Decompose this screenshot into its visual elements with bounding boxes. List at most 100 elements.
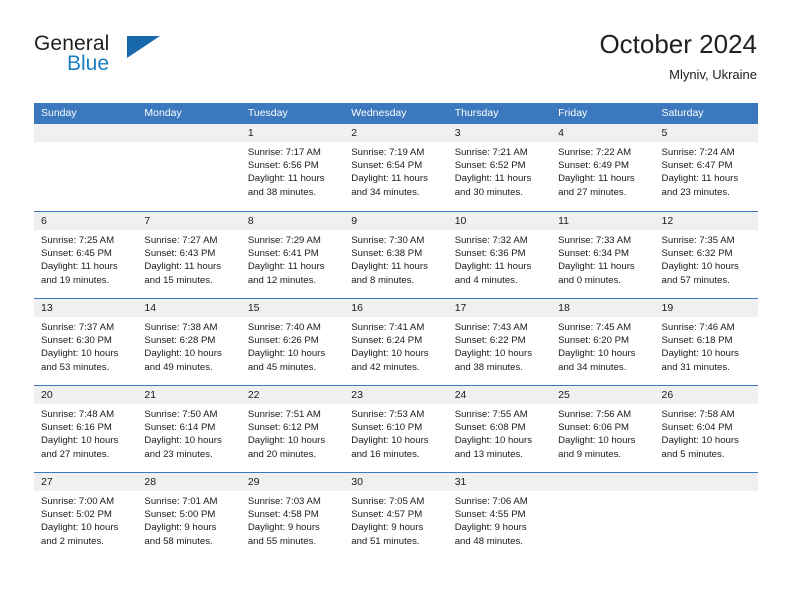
daylight-duration-line1: Daylight: 11 hours: [454, 173, 532, 185]
calendar-day-cell[interactable]: 29 Sunrise: 7:03 AM Sunset: 4:58 PM Dayligh…: [240, 473, 345, 559]
day-number: 27: [34, 473, 138, 491]
calendar-day-cell[interactable]: 18 Sunrise: 7:45 AM Sunset: 6:20 PM Dayligh…: [551, 299, 655, 385]
calendar-day-cell[interactable]: 3 Sunrise: 7:21 AM Sunset: 6:52 PM Daylight…: [447, 124, 552, 211]
sunrise-time: Sunrise: 7:55 AM: [454, 409, 528, 420]
day-number: 26: [654, 386, 758, 404]
calendar-day-cell[interactable]: 27 Sunrise: 7:00 AM Sunset: 5:02 PM Dayligh…: [34, 473, 138, 559]
day-details: Sunrise: 7:45 AM Sunset: 6:20 PM Daylight:…: [551, 317, 654, 374]
calendar-day-cell[interactable]: 10 Sunrise: 7:32 AM Sunset: 6:36 PM Dayligh…: [447, 212, 552, 298]
calendar-day-cell[interactable]: 2 Sunrise: 7:19 AM Sunset: 6:54 PM Daylight…: [344, 124, 448, 211]
daylight-duration-line2: and 53 minutes.: [41, 361, 110, 373]
daylight-duration-line1: Daylight: 10 hours: [247, 348, 326, 360]
calendar-day-cell[interactable]: 22 Sunrise: 7:51 AM Sunset: 6:12 PM Dayligh…: [240, 386, 345, 472]
day-details: Sunrise: 7:29 AM Sunset: 6:41 PM Daylight:…: [241, 230, 344, 287]
daylight-duration-line2: and 27 minutes.: [41, 448, 110, 460]
day-number: 23: [344, 386, 448, 404]
daylight-duration-line2: and 13 minutes.: [454, 448, 523, 460]
calendar-day-cell[interactable]: 14 Sunrise: 7:38 AM Sunset: 6:28 PM Dayligh…: [137, 299, 241, 385]
daylight-duration-line2: and 23 minutes.: [661, 186, 730, 198]
day-number: 22: [240, 386, 345, 404]
calendar-day-cell[interactable]: 7 Sunrise: 7:27 AM Sunset: 6:43 PM Daylight…: [137, 212, 241, 298]
day-details: Sunrise: 7:41 AM Sunset: 6:24 PM Daylight:…: [344, 317, 447, 374]
calendar-day-cell[interactable]: 31 Sunrise: 7:06 AM Sunset: 4:55 PM Dayligh…: [447, 473, 552, 559]
sunrise-time: Sunrise: 7:01 AM: [144, 496, 218, 507]
calendar-day-cell[interactable]: 9 Sunrise: 7:30 AM Sunset: 6:38 PM Daylight…: [344, 212, 448, 298]
calendar-day-cell[interactable]: 24 Sunrise: 7:55 AM Sunset: 6:08 PM Dayligh…: [447, 386, 552, 472]
calendar-week-row: 1 Sunrise: 7:17 AM Sunset: 6:56 PM Daylight…: [34, 124, 758, 211]
day-number: 25: [551, 386, 655, 404]
day-number: 6: [34, 212, 138, 230]
calendar-day-cell[interactable]: 5 Sunrise: 7:24 AM Sunset: 6:47 PM Daylight…: [654, 124, 758, 211]
sunrise-time: Sunrise: 7:46 AM: [661, 322, 735, 333]
calendar-day-cell[interactable]: 23 Sunrise: 7:53 AM Sunset: 6:10 PM Dayligh…: [344, 386, 448, 472]
sunrise-time: Sunrise: 7:03 AM: [247, 496, 321, 507]
calendar-day-cell[interactable]: 6 Sunrise: 7:25 AM Sunset: 6:45 PM Daylight…: [34, 212, 138, 298]
day-details: Sunrise: 7:43 AM Sunset: 6:22 PM Daylight:…: [448, 317, 551, 374]
calendar-day-cell[interactable]: 20 Sunrise: 7:48 AM Sunset: 6:16 PM Dayligh…: [34, 386, 138, 472]
day-details: Sunrise: 7:24 AM Sunset: 6:47 PM Daylight:…: [655, 142, 758, 199]
sunrise-time: Sunrise: 7:35 AM: [661, 235, 735, 246]
day-details: Sunrise: 7:40 AM Sunset: 6:26 PM Daylight:…: [241, 317, 344, 374]
calendar-day-cell[interactable]: 1 Sunrise: 7:17 AM Sunset: 6:56 PM Daylight…: [240, 124, 345, 211]
sunrise-time: Sunrise: 7:29 AM: [247, 235, 321, 246]
sunset-time: Sunset: 6:36 PM: [454, 248, 526, 260]
daylight-duration-line2: and 51 minutes.: [351, 535, 420, 547]
calendar-day-cell[interactable]: 25 Sunrise: 7:56 AM Sunset: 6:06 PM Dayligh…: [551, 386, 655, 472]
daylight-duration-line1: Daylight: 9 hours: [351, 522, 424, 534]
daylight-duration-line2: and 48 minutes.: [454, 535, 523, 547]
weeks-container: 1 Sunrise: 7:17 AM Sunset: 6:56 PM Daylight…: [34, 124, 758, 559]
calendar-week-row: 20 Sunrise: 7:48 AM Sunset: 6:16 PM Dayligh…: [34, 385, 758, 472]
sunrise-time: Sunrise: 7:37 AM: [41, 322, 115, 333]
calendar-day-cell[interactable]: 12 Sunrise: 7:35 AM Sunset: 6:32 PM Dayligh…: [654, 212, 758, 298]
calendar-day-cell[interactable]: 8 Sunrise: 7:29 AM Sunset: 6:41 PM Daylight…: [240, 212, 345, 298]
daylight-duration-line1: Daylight: 10 hours: [144, 435, 222, 447]
daylight-duration-line1: Daylight: 11 hours: [351, 261, 428, 273]
calendar-day-cell[interactable]: 28 Sunrise: 7:01 AM Sunset: 5:00 PM Dayligh…: [137, 473, 241, 559]
sunset-time: Sunset: 6:26 PM: [247, 335, 319, 347]
day-details: Sunrise: 7:51 AM Sunset: 6:12 PM Daylight:…: [241, 404, 344, 461]
sunset-time: Sunset: 6:08 PM: [454, 422, 526, 434]
weekday-header-wednesday: Wednesday: [351, 107, 407, 119]
calendar-day-cell[interactable]: 4 Sunrise: 7:22 AM Sunset: 6:49 PM Daylight…: [551, 124, 655, 211]
sunset-time: Sunset: 6:22 PM: [454, 335, 526, 347]
daylight-duration-line2: and 30 minutes.: [454, 186, 523, 198]
weekday-header-saturday: Saturday: [661, 107, 704, 119]
daylight-duration-line1: Daylight: 10 hours: [454, 348, 533, 360]
calendar-day-cell[interactable]: 16 Sunrise: 7:41 AM Sunset: 6:24 PM Dayligh…: [344, 299, 448, 385]
sunset-time: Sunset: 6:52 PM: [454, 160, 526, 172]
day-number: 9: [344, 212, 448, 230]
calendar-day-cell[interactable]: 17 Sunrise: 7:43 AM Sunset: 6:22 PM Dayligh…: [447, 299, 552, 385]
weekday-header-sunday: Sunday: [41, 107, 77, 119]
page-subtitle-location: Mlyniv, Ukraine: [669, 67, 757, 82]
day-number: 1: [240, 124, 345, 142]
sunset-time: Sunset: 6:38 PM: [351, 248, 423, 260]
calendar-day-cell[interactable]: 11 Sunrise: 7:33 AM Sunset: 6:34 PM Dayligh…: [551, 212, 655, 298]
sunrise-time: Sunrise: 7:40 AM: [247, 322, 321, 333]
calendar-day-cell[interactable]: 19 Sunrise: 7:46 AM Sunset: 6:18 PM Dayligh…: [654, 299, 758, 385]
daylight-duration-line2: and 38 minutes.: [247, 186, 317, 198]
day-number: 10: [447, 212, 552, 230]
calendar-day-cell[interactable]: 21 Sunrise: 7:50 AM Sunset: 6:14 PM Dayligh…: [137, 386, 241, 472]
day-number: 20: [34, 386, 138, 404]
daylight-duration-line2: and 8 minutes.: [351, 274, 415, 286]
calendar-day-cell[interactable]: 26 Sunrise: 7:58 AM Sunset: 6:04 PM Dayligh…: [654, 386, 758, 472]
sunset-time: Sunset: 6:12 PM: [247, 422, 319, 434]
daylight-duration-line1: Daylight: 10 hours: [661, 348, 739, 360]
calendar-day-cell[interactable]: 15 Sunrise: 7:40 AM Sunset: 6:26 PM Dayligh…: [240, 299, 345, 385]
calendar-day-cell[interactable]: 30 Sunrise: 7:05 AM Sunset: 4:57 PM Dayligh…: [344, 473, 448, 559]
sunset-time: Sunset: 5:00 PM: [144, 509, 216, 521]
calendar-day-cell[interactable]: 13 Sunrise: 7:37 AM Sunset: 6:30 PM Dayligh…: [34, 299, 138, 385]
day-details: Sunrise: 7:21 AM Sunset: 6:52 PM Daylight:…: [448, 142, 551, 199]
sunset-time: Sunset: 4:55 PM: [454, 509, 526, 521]
daylight-duration-line1: Daylight: 10 hours: [661, 261, 739, 273]
day-number: 14: [137, 299, 241, 317]
weekday-header-friday: Friday: [558, 107, 588, 119]
logo-triangle-icon: [127, 36, 160, 58]
day-number: 4: [551, 124, 655, 142]
day-details: Sunrise: 7:38 AM Sunset: 6:28 PM Daylight:…: [137, 317, 240, 374]
day-number: 3: [447, 124, 552, 142]
sunrise-time: Sunrise: 7:30 AM: [351, 235, 425, 246]
day-number: 5: [654, 124, 758, 142]
daylight-duration-line2: and 9 minutes.: [558, 448, 622, 460]
daylight-duration-line1: Daylight: 11 hours: [247, 173, 325, 185]
